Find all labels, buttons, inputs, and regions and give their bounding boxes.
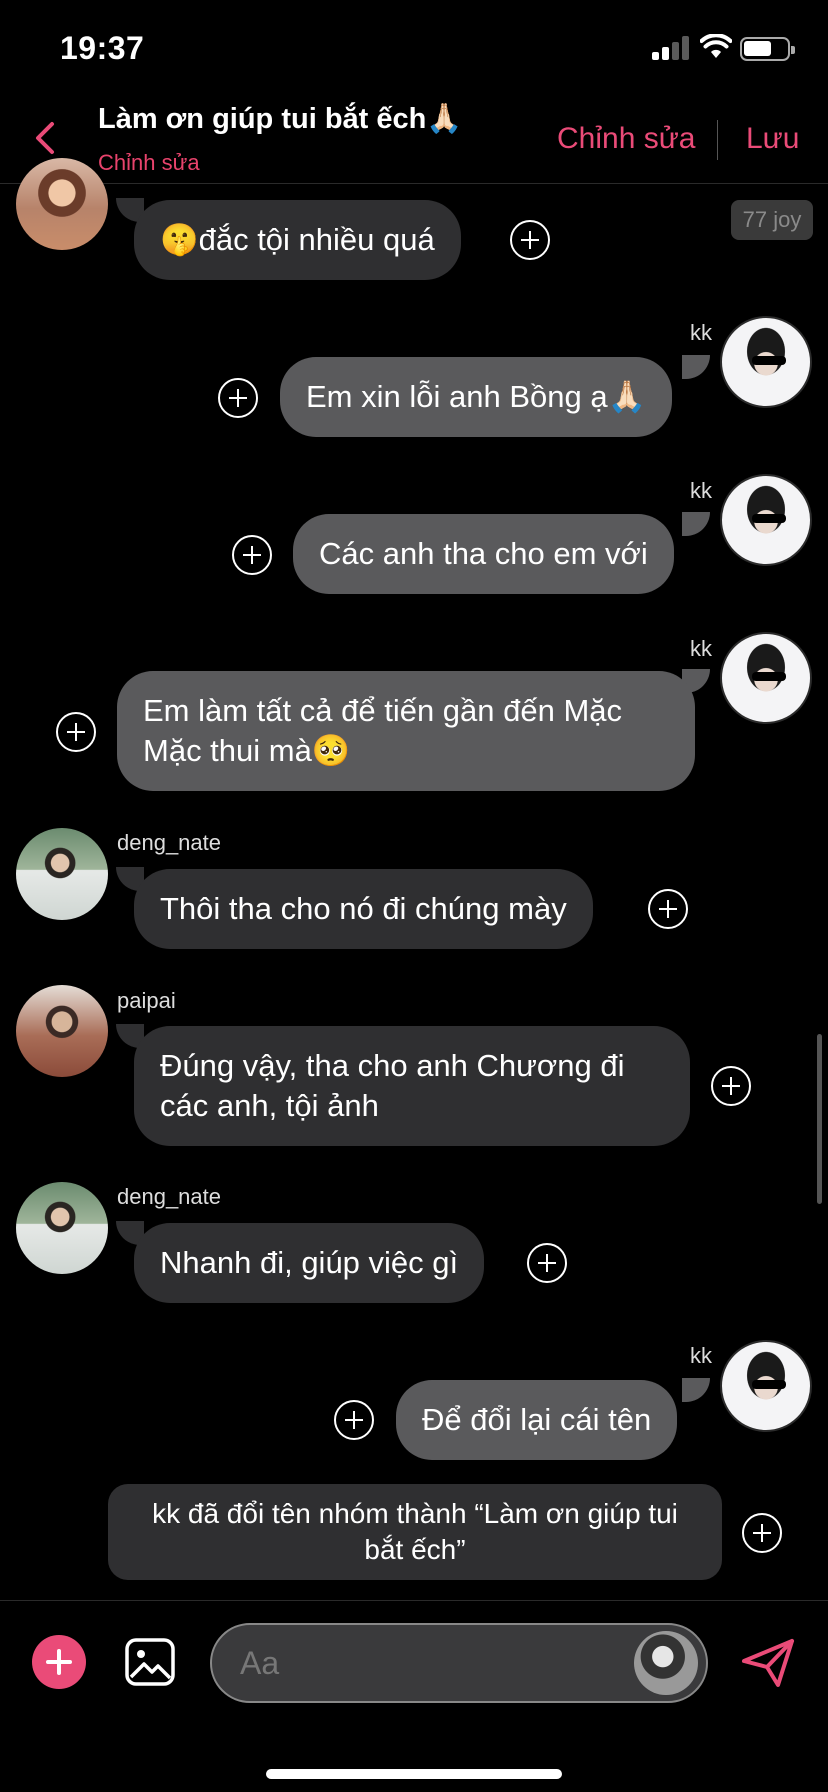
group-title: Làm ơn giúp tui bắt ếch🙏🏻: [98, 103, 463, 135]
avatar[interactable]: [720, 1340, 812, 1432]
sender-name: kk: [690, 636, 712, 661]
sender-name: kk: [690, 320, 712, 345]
message-input[interactable]: [240, 1641, 570, 1685]
sender-name: deng_nate: [117, 1184, 221, 1209]
react-plus-icon[interactable]: [334, 1400, 374, 1440]
joy-count-badge: 77 joy: [731, 200, 813, 240]
avatar[interactable]: [720, 316, 812, 408]
status-bar: 19:37: [0, 0, 828, 90]
battery-icon: [740, 37, 795, 61]
avatar[interactable]: [16, 828, 108, 920]
cellular-signal-icon: [652, 36, 690, 60]
home-indicator: [266, 1769, 562, 1779]
react-plus-icon[interactable]: [527, 1243, 567, 1283]
image-icon[interactable]: [124, 1637, 176, 1687]
sender-name: kk: [690, 1343, 712, 1368]
react-plus-icon[interactable]: [232, 535, 272, 575]
header-divider: [717, 120, 718, 160]
save-button[interactable]: Lưu: [746, 122, 799, 156]
react-plus-icon[interactable]: [510, 220, 550, 260]
message-bubble[interactable]: Nhanh đi, giúp việc gì: [134, 1223, 485, 1303]
chevron-left-icon[interactable]: [30, 118, 60, 158]
sender-name: deng_nate: [117, 830, 221, 855]
message-bubble[interactable]: Các anh tha cho em với: [293, 514, 674, 594]
message-bubble[interactable]: Em xin lỗi anh Bồng ạ🙏🏻: [280, 357, 673, 437]
edit-button[interactable]: Chỉnh sửa: [557, 122, 696, 156]
avatar[interactable]: [720, 632, 812, 724]
bubble-tail: [682, 355, 710, 379]
scrollbar[interactable]: [817, 1034, 822, 1204]
send-icon[interactable]: [740, 1637, 796, 1689]
bubble-tail: [682, 512, 710, 536]
plus-icon[interactable]: [32, 1635, 86, 1689]
avatar[interactable]: [720, 474, 812, 566]
wifi-icon: [700, 34, 732, 58]
message-bubble[interactable]: 🤫đắc tội nhiều quá: [134, 200, 461, 280]
group-subtitle[interactable]: Chỉnh sửa: [98, 150, 200, 176]
message-bubble[interactable]: Đúng vậy, tha cho anh Chương đi các anh,…: [134, 1026, 690, 1146]
react-plus-icon[interactable]: [648, 889, 688, 929]
avatar[interactable]: [16, 158, 108, 250]
bubble-tail: [682, 1378, 710, 1402]
message-bubble[interactable]: Em làm tất cả để tiến gần đến Mặc Mặc th…: [117, 671, 695, 791]
system-message: kk đã đổi tên nhóm thành “Làm ơn giúp tu…: [108, 1484, 722, 1580]
message-input-box[interactable]: [210, 1623, 708, 1703]
react-plus-icon[interactable]: [56, 712, 96, 752]
composer-bar: [0, 1600, 828, 1792]
chat-header: Làm ơn giúp tui bắt ếch🙏🏻 Chỉnh sửa Chỉn…: [0, 92, 828, 184]
avatar[interactable]: [16, 1182, 108, 1274]
react-plus-icon[interactable]: [218, 378, 258, 418]
message-bubble[interactable]: Để đổi lại cái tên: [396, 1380, 678, 1460]
message-bubble[interactable]: Thôi tha cho nó đi chúng mày: [134, 869, 593, 949]
avatar[interactable]: [16, 985, 108, 1077]
react-plus-icon[interactable]: [711, 1066, 751, 1106]
status-time: 19:37: [60, 30, 145, 66]
avatar[interactable]: [634, 1631, 698, 1695]
react-plus-icon[interactable]: [742, 1513, 782, 1553]
sender-name: kk: [690, 478, 712, 503]
sender-name: paipai: [117, 988, 176, 1013]
